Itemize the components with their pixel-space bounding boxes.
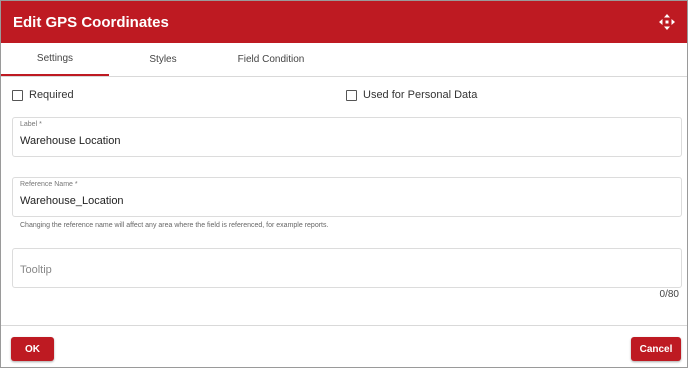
dialog-title: Edit GPS Coordinates bbox=[13, 13, 169, 31]
label-field[interactable]: Label * Warehouse Location bbox=[12, 117, 682, 157]
settings-panel: Required Used for Personal Data Label * … bbox=[1, 77, 687, 327]
reference-name-value[interactable]: Warehouse_Location bbox=[20, 195, 124, 207]
required-checkbox[interactable] bbox=[12, 89, 23, 101]
tab-styles[interactable]: Styles bbox=[109, 43, 217, 76]
tooltip-char-counter: 0/80 bbox=[659, 289, 679, 300]
required-option[interactable]: Required bbox=[12, 89, 74, 101]
dialog-footer: OK Cancel bbox=[1, 325, 687, 367]
tooltip-field[interactable]: Tooltip bbox=[12, 248, 682, 288]
personal-data-label: Used for Personal Data bbox=[363, 89, 478, 101]
reference-name-field[interactable]: Reference Name * Warehouse_Location bbox=[12, 177, 682, 217]
ok-button[interactable]: OK bbox=[11, 337, 54, 361]
label-field-label: Label * bbox=[20, 121, 42, 128]
tab-bar: Settings Styles Field Condition bbox=[1, 43, 687, 77]
personal-data-checkbox[interactable] bbox=[346, 89, 357, 101]
reference-name-label: Reference Name * bbox=[20, 181, 78, 188]
required-label: Required bbox=[29, 89, 74, 101]
personal-data-option[interactable]: Used for Personal Data bbox=[346, 89, 477, 101]
tab-settings[interactable]: Settings bbox=[1, 43, 109, 76]
label-field-value[interactable]: Warehouse Location bbox=[20, 135, 121, 147]
tooltip-placeholder: Tooltip bbox=[20, 264, 52, 276]
move-arrows-icon[interactable] bbox=[659, 14, 675, 30]
cancel-button[interactable]: Cancel bbox=[631, 337, 681, 361]
dialog-header: Edit GPS Coordinates bbox=[1, 1, 687, 43]
tab-field-condition[interactable]: Field Condition bbox=[217, 43, 325, 76]
edit-gps-dialog: Edit GPS Coordinates Settings Styles Fie… bbox=[0, 0, 688, 368]
reference-name-hint: Changing the reference name will affect … bbox=[20, 222, 329, 229]
